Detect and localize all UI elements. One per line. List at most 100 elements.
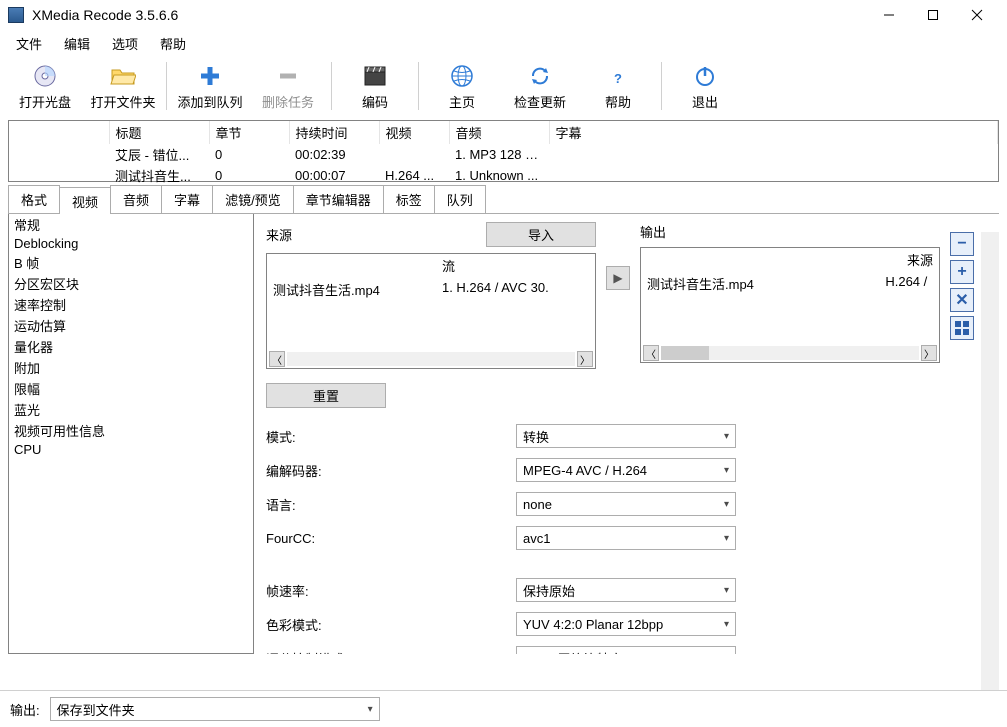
toolbar-sep [331, 62, 332, 110]
out-hscroll[interactable]: 〈 〉 [641, 344, 939, 362]
toolbar-sep [418, 62, 419, 110]
scroll-right-icon[interactable]: 〉 [577, 351, 593, 367]
fps-select[interactable]: 保持原始▾ [516, 578, 736, 602]
tab-subtitle[interactable]: 字幕 [161, 185, 213, 213]
nav-limit[interactable]: 限幅 [9, 378, 253, 399]
source-list[interactable]: 流 测试抖音生活.mp4 1. H.264 / AVC 30. 〈 〉 [266, 253, 596, 369]
fourcc-select[interactable]: avc1▾ [516, 526, 736, 550]
open-folder-button[interactable]: 打开文件夹 [84, 58, 162, 114]
output-side-buttons: − + ✕ [950, 232, 974, 340]
maximize-button[interactable] [911, 1, 955, 29]
tab-chapters[interactable]: 章节编辑器 [293, 185, 384, 213]
mode-value: 转换 [523, 427, 549, 446]
tab-filters[interactable]: 滤镜/预览 [212, 185, 294, 213]
chevron-down-icon: ▾ [724, 653, 729, 655]
add-output-button[interactable]: + [950, 260, 974, 284]
file-grid[interactable]: 标题 章节 持续时间 视频 音频 字幕 艾辰 - 错位... 0 00:02:3… [8, 120, 999, 182]
grid-output-button[interactable] [950, 316, 974, 340]
help-button[interactable]: ? 帮助 [579, 58, 657, 114]
window-title: XMedia Recode 3.5.6.6 [32, 7, 867, 23]
remove-output-button[interactable]: − [950, 232, 974, 256]
nav-quantizer[interactable]: 量化器 [9, 336, 253, 357]
tab-video[interactable]: 视频 [59, 187, 111, 214]
col-thumb[interactable] [9, 121, 109, 144]
minimize-button[interactable] [867, 1, 911, 29]
output-dest-label: 输出: [10, 700, 40, 719]
scroll-thumb[interactable] [661, 346, 709, 360]
cell-audio: 1. MP3 128 K... [449, 144, 549, 165]
output-dest-select[interactable]: 保存到文件夹 ▾ [50, 697, 380, 721]
out-file: 测试抖音生活.mp4 [641, 268, 879, 299]
nav-macroblock[interactable]: 分区宏区块 [9, 273, 253, 294]
output-list[interactable]: 来源 测试抖音生活.mp4 H.264 / 〈 〉 [640, 247, 940, 363]
nav-extra[interactable]: 附加 [9, 357, 253, 378]
col-subtitle[interactable]: 字幕 [549, 121, 998, 144]
add-queue-button[interactable]: 添加到队列 [171, 58, 249, 114]
nav-vui[interactable]: 视频可用性信息 [9, 420, 253, 441]
col-chapter[interactable]: 章节 [209, 121, 289, 144]
help-label: 帮助 [605, 92, 631, 111]
mode-select[interactable]: 转换 ▾ [516, 424, 736, 448]
video-sidenav[interactable]: 常规 Deblocking B 帧 分区宏区块 速率控制 运动估算 量化器 附加… [8, 214, 254, 654]
chevron-down-icon: ▾ [724, 431, 729, 442]
col-video[interactable]: 视频 [379, 121, 449, 144]
chevron-down-icon: ▾ [724, 533, 729, 544]
open-disc-button[interactable]: 打开光盘 [6, 58, 84, 114]
scroll-right-icon[interactable]: 〉 [921, 345, 937, 361]
reset-button[interactable]: 重置 [266, 383, 386, 408]
import-button[interactable]: 导入 [486, 222, 596, 247]
menu-options[interactable]: 选项 [102, 31, 148, 56]
folder-icon [110, 62, 136, 90]
delete-output-button[interactable]: ✕ [950, 288, 974, 312]
col-audio[interactable]: 音频 [449, 121, 549, 144]
cell-video [379, 144, 449, 165]
ratecontrol-select[interactable]: ABR (平均比特率) ▾ [516, 646, 736, 654]
tab-tags[interactable]: 标签 [383, 185, 435, 213]
colormode-select[interactable]: YUV 4:2:0 Planar 12bpp▾ [516, 612, 736, 636]
right-vscroll[interactable] [981, 232, 999, 693]
table-row[interactable]: 测试抖音生... 0 00:00:07 H.264 ... 1. Unknown… [9, 165, 998, 186]
tab-format[interactable]: 格式 [8, 185, 60, 213]
exit-button[interactable]: 退出 [666, 58, 744, 114]
toolbar-sep [166, 62, 167, 110]
nav-general[interactable]: 常规 [9, 214, 253, 235]
nav-ratecontrol[interactable]: 速率控制 [9, 294, 253, 315]
menu-help[interactable]: 帮助 [150, 31, 196, 56]
chevron-down-icon: ▾ [368, 704, 373, 715]
transfer-button[interactable]: ▶ [606, 266, 630, 290]
encode-button[interactable]: 编码 [336, 58, 414, 114]
cell-subtitle [549, 165, 998, 186]
ratecontrol-value: ABR (平均比特率) [523, 649, 627, 655]
language-select[interactable]: none▾ [516, 492, 736, 516]
col-duration[interactable]: 持续时间 [289, 121, 379, 144]
close-button[interactable] [955, 1, 999, 29]
col-title[interactable]: 标题 [109, 121, 209, 144]
scroll-track[interactable] [661, 346, 919, 360]
home-button[interactable]: 主页 [423, 58, 501, 114]
scroll-left-icon[interactable]: 〈 [643, 345, 659, 361]
window-controls [867, 1, 999, 29]
table-row[interactable]: 艾辰 - 错位... 0 00:02:39 1. MP3 128 K... [9, 144, 998, 165]
scroll-track[interactable] [287, 352, 575, 366]
nav-motion[interactable]: 运动估算 [9, 315, 253, 336]
menu-edit[interactable]: 编辑 [54, 31, 100, 56]
src-hscroll[interactable]: 〈 〉 [267, 350, 595, 368]
nav-bluray[interactable]: 蓝光 [9, 399, 253, 420]
tab-audio[interactable]: 音频 [110, 185, 162, 213]
codec-select[interactable]: MPEG-4 AVC / H.264▾ [516, 458, 736, 482]
out-col-source: 来源 [879, 248, 939, 268]
tab-queue[interactable]: 队列 [434, 185, 486, 213]
nav-bframes[interactable]: B 帧 [9, 252, 253, 273]
nav-deblocking[interactable]: Deblocking [9, 235, 253, 252]
colormode-value: YUV 4:2:0 Planar 12bpp [523, 617, 663, 632]
codec-label: 编解码器: [266, 461, 516, 480]
close-icon [971, 9, 983, 21]
menu-file[interactable]: 文件 [6, 31, 52, 56]
fourcc-label: FourCC: [266, 531, 516, 546]
nav-cpu[interactable]: CPU [9, 441, 253, 458]
check-update-button[interactable]: 检查更新 [501, 58, 579, 114]
svg-text:?: ? [614, 71, 622, 86]
titlebar: XMedia Recode 3.5.6.6 [0, 0, 1007, 30]
delete-task-button[interactable]: 删除任务 [249, 58, 327, 114]
scroll-left-icon[interactable]: 〈 [269, 351, 285, 367]
